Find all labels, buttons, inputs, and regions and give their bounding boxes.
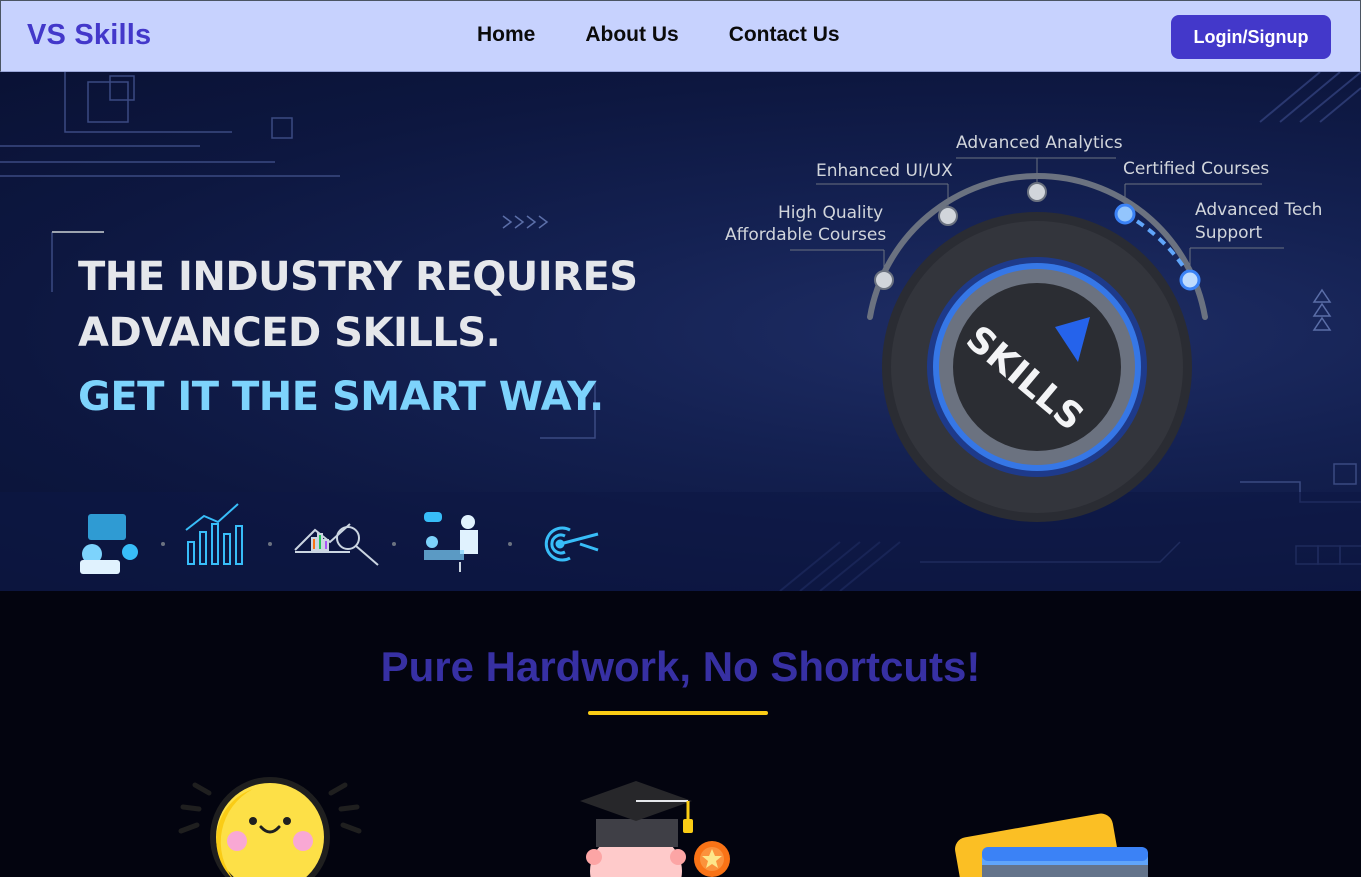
nav-home-link[interactable]: Home [477,23,535,47]
label-affordable-courses: Affordable Courses [725,225,887,245]
hero-tagline: GET IT THE SMART WAY. [78,374,604,420]
cards-icon [955,813,1148,877]
label-certified-courses: Certified Courses [1123,159,1270,179]
label-support: Support [1195,223,1263,243]
title-underline [588,711,768,715]
top-navbar: VS Skills Home About Us Contact Us Login… [0,0,1361,72]
nav-about-link[interactable]: About Us [585,23,678,47]
label-enhanced-ui: Enhanced UI/UX [816,161,953,181]
label-advanced-tech: Advanced Tech [1195,200,1323,220]
hero-banner: SKILLS THE INDUSTRY REQUIRES ADVANCED SK… [0,72,1361,591]
brand-logo[interactable]: VS Skills [27,19,151,52]
smiling-sun-icon [178,777,362,877]
label-high-quality: High Quality [778,203,884,223]
graduate-icon [580,781,730,877]
hero-headline-1: THE INDUSTRY REQUIRES [78,254,638,300]
features-section: Pure Hardwork, No Shortcuts! [0,591,1361,877]
nav-links: Home About Us Contact Us [477,23,840,47]
label-advanced-analytics: Advanced Analytics [956,133,1123,153]
nav-contact-link[interactable]: Contact Us [729,23,840,47]
hero-headline-2: ADVANCED SKILLS. [78,310,501,356]
login-signup-button[interactable]: Login/Signup [1171,15,1331,59]
section-title: Pure Hardwork, No Shortcuts! [380,643,981,690]
